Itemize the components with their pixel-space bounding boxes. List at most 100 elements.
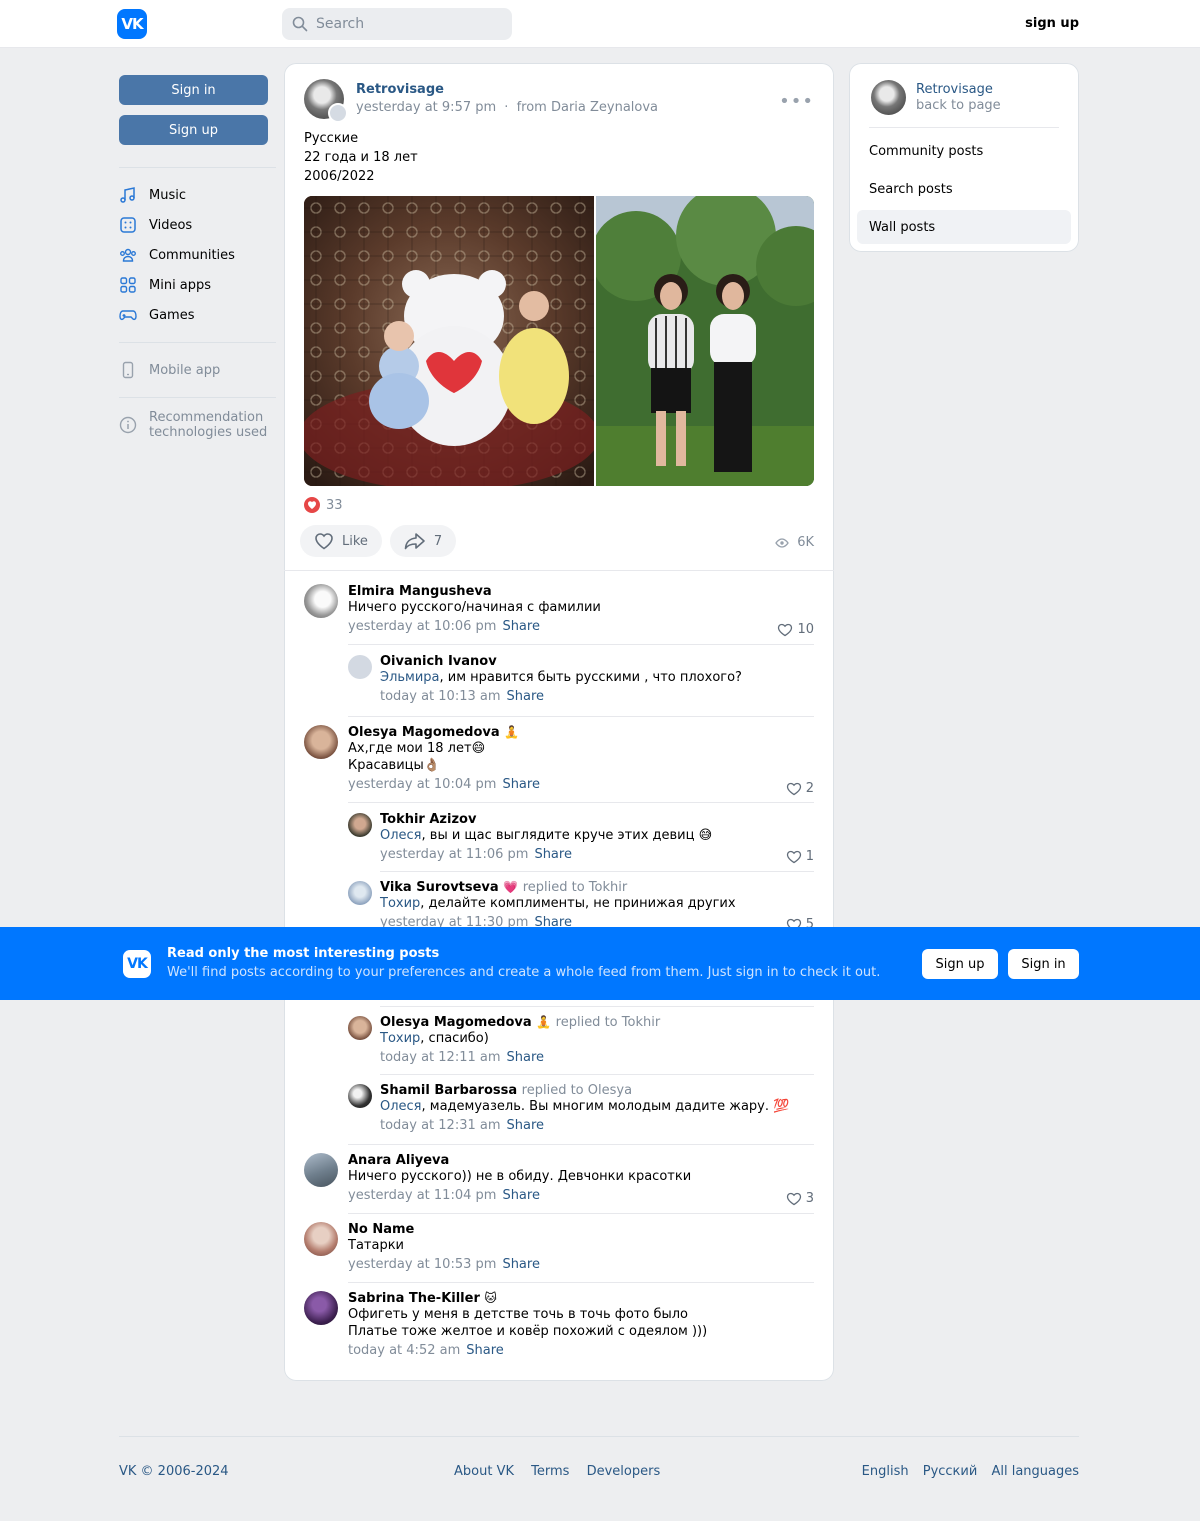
footer-languages: English Русский All languages xyxy=(852,1464,1079,1479)
mini-apps-icon xyxy=(120,277,136,293)
sidebar-item-games[interactable]: Games xyxy=(119,300,276,330)
comment-author[interactable]: Olesya Magomedova 🧘 replied to Tokhir xyxy=(380,1015,814,1030)
post-photo-1[interactable] xyxy=(304,196,594,486)
replied-to[interactable]: replied to Olesya xyxy=(522,1083,632,1098)
more-options-icon[interactable]: ••• xyxy=(779,91,814,112)
comment-share-button[interactable]: Share xyxy=(507,1050,545,1065)
comment-author[interactable]: Vika Surovtseva 💗 replied to Tokhir xyxy=(380,880,814,895)
comment-avatar[interactable] xyxy=(304,1291,338,1325)
banner-sign-up-button[interactable]: Sign up xyxy=(922,949,998,979)
like-button[interactable]: Like xyxy=(300,525,382,557)
page-name-link[interactable]: Retrovisage xyxy=(916,82,993,98)
banner-sign-in-button[interactable]: Sign in xyxy=(1008,949,1079,979)
comment-text: Тохир, спасибо) xyxy=(380,1031,489,1046)
sidebar-item-mini-apps[interactable]: Mini apps xyxy=(119,270,276,300)
sidebar-item-videos[interactable]: Videos xyxy=(119,210,276,240)
comment-mention[interactable]: Тохир xyxy=(380,1031,420,1046)
comment-time[interactable]: today at 10:13 am xyxy=(380,689,501,704)
comment-author[interactable]: Anara Aliyeva xyxy=(348,1153,814,1168)
sidebar-item-label: Mini apps xyxy=(149,277,212,293)
comment-author[interactable]: Elmira Mangusheva xyxy=(348,584,814,599)
comment-avatar[interactable] xyxy=(348,1016,372,1040)
comment-time[interactable]: yesterday at 10:53 pm xyxy=(348,1257,496,1272)
language-russian[interactable]: Русский xyxy=(923,1464,978,1479)
post-photo-2[interactable] xyxy=(596,196,814,486)
back-to-page-link[interactable]: back to page xyxy=(916,98,1001,113)
comment-like-button[interactable]: 10 xyxy=(777,622,814,637)
sign-up-button[interactable]: Sign up xyxy=(119,115,268,145)
share-button[interactable]: 7 xyxy=(389,525,457,557)
comment-share-button[interactable]: Share xyxy=(502,1188,540,1203)
search-input[interactable]: Search xyxy=(282,8,512,40)
comment-avatar[interactable] xyxy=(348,655,372,679)
footer-link-developers[interactable]: Developers xyxy=(587,1464,661,1479)
reactions-summary[interactable]: 33 xyxy=(304,497,343,513)
nav-search-posts[interactable]: Search posts xyxy=(857,172,1071,206)
comment-avatar[interactable] xyxy=(348,1084,372,1108)
post-text: Русские 22 года и 18 лет 2006/2022 xyxy=(304,129,418,186)
comment-avatar[interactable] xyxy=(304,1222,338,1256)
sign-in-button[interactable]: Sign in xyxy=(119,75,268,105)
comment-avatar[interactable] xyxy=(348,881,372,905)
all-languages-link[interactable]: All languages xyxy=(991,1464,1079,1479)
recommendation-technologies-link[interactable]: Recommendation technologies used xyxy=(119,410,276,440)
comment-time[interactable]: yesterday at 10:04 pm xyxy=(348,777,496,792)
comment-mention[interactable]: Тохир xyxy=(380,896,420,911)
comment-share-button[interactable]: Share xyxy=(507,689,545,704)
comment-author[interactable]: Tokhir Azizov xyxy=(380,812,814,827)
videos-icon xyxy=(120,217,136,233)
comment-reply: Shamil Barbarossa replied to Olesya Олес… xyxy=(380,1083,814,1133)
sidebar-item-music[interactable]: Music xyxy=(119,180,276,210)
nav-wall-posts[interactable]: Wall posts xyxy=(857,210,1071,244)
comment-mention[interactable]: Эльмира xyxy=(380,670,440,685)
comment-share-button[interactable]: Share xyxy=(534,847,572,862)
comment-author[interactable]: Sabrina The-Killer 🐱 xyxy=(348,1291,814,1306)
comment-time[interactable]: today at 12:11 am xyxy=(380,1050,501,1065)
vk-logo[interactable]: VK xyxy=(117,9,147,39)
comment-reply: Vika Surovtseva 💗 replied to Tokhir Тохи… xyxy=(380,880,814,932)
views-count: 6K xyxy=(797,535,814,550)
comment-mention[interactable]: Олеся xyxy=(380,1099,422,1114)
sidebar-item-communities[interactable]: Communities xyxy=(119,240,276,270)
sign-up-link[interactable]: sign up xyxy=(1025,16,1079,31)
comment-like-button[interactable]: 3 xyxy=(786,1191,814,1206)
search-placeholder: Search xyxy=(316,16,365,32)
comment-time[interactable]: today at 12:31 am xyxy=(380,1118,501,1133)
post-from[interactable]: from Daria Zeynalova xyxy=(517,100,658,115)
recommendation-label: Recommendation technologies used xyxy=(149,410,268,440)
comment-author[interactable]: Olesya Magomedova 🧘 xyxy=(348,725,814,740)
page-avatar[interactable] xyxy=(871,80,906,115)
comment-text: Олеся, вы и щас выглядите круче этих дев… xyxy=(380,828,713,843)
comment-time[interactable]: today at 4:52 am xyxy=(348,1343,460,1358)
comment-avatar[interactable] xyxy=(304,584,338,618)
footer-link-about[interactable]: About VK xyxy=(454,1464,514,1479)
comment-avatar[interactable] xyxy=(348,813,372,837)
language-english[interactable]: English xyxy=(862,1464,909,1479)
comment-mention[interactable]: Олеся xyxy=(380,828,422,843)
comment-like-button[interactable]: 2 xyxy=(786,781,814,796)
comment-time[interactable]: yesterday at 11:04 pm xyxy=(348,1188,496,1203)
comment-share-button[interactable]: Share xyxy=(466,1343,504,1358)
comment-author[interactable]: Oivanich Ivanov xyxy=(380,654,814,669)
replied-to[interactable]: replied to Tokhir xyxy=(523,880,628,895)
comment-like-button[interactable]: 1 xyxy=(786,849,814,864)
comment-avatar[interactable] xyxy=(304,1153,338,1187)
banner-subtitle: We'll find posts according to your prefe… xyxy=(167,965,881,980)
replied-to[interactable]: replied to Tokhir xyxy=(556,1015,661,1030)
post-time[interactable]: yesterday at 9:57 pm xyxy=(356,100,496,115)
comment-avatar[interactable] xyxy=(304,725,338,759)
comment-time[interactable]: yesterday at 10:06 pm xyxy=(348,619,496,634)
comment-share-button[interactable]: Share xyxy=(507,1118,545,1133)
footer-link-terms[interactable]: Terms xyxy=(531,1464,569,1479)
divider xyxy=(380,1074,814,1075)
comment-author[interactable]: Shamil Barbarossa replied to Olesya xyxy=(380,1083,814,1098)
post-author-name[interactable]: Retrovisage xyxy=(356,82,444,97)
sidebar-item-mobile-app[interactable]: Mobile app xyxy=(119,355,276,385)
nav-community-posts[interactable]: Community posts xyxy=(857,134,1071,168)
comment-share-button[interactable]: Share xyxy=(502,777,540,792)
comment-time[interactable]: yesterday at 11:06 pm xyxy=(380,847,528,862)
comment-share-button[interactable]: Share xyxy=(502,1257,540,1272)
signup-banner: VK Read only the most interesting posts … xyxy=(0,927,1200,1000)
comment-share-button[interactable]: Share xyxy=(502,619,540,634)
comment-author[interactable]: No Name xyxy=(348,1222,814,1237)
